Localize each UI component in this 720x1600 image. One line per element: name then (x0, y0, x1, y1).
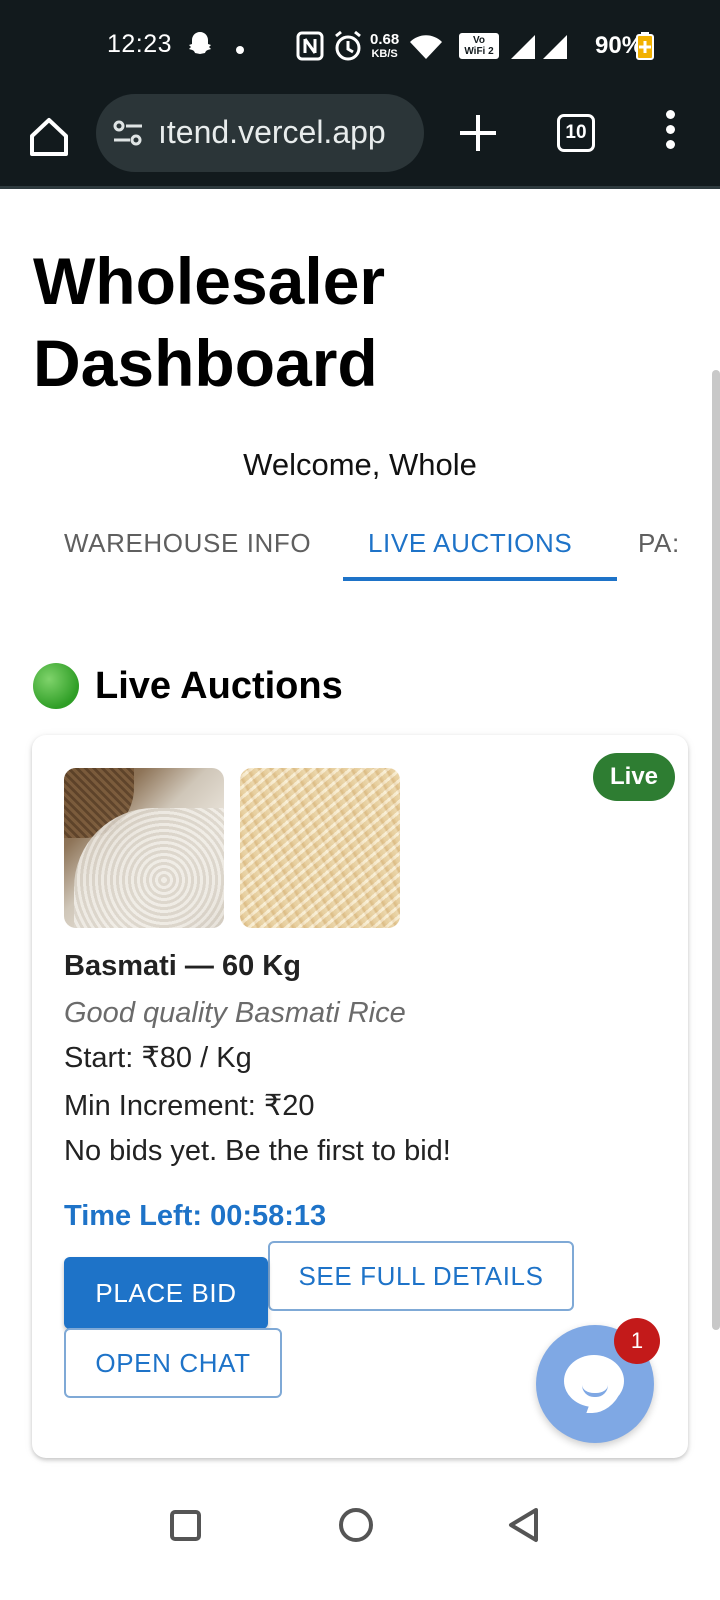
product-name: Basmati — 60 Kg (64, 950, 301, 982)
green-circle-icon (33, 663, 79, 709)
section-heading: Live Auctions (33, 663, 343, 709)
start-price: Start: ₹80 / Kg (64, 1042, 252, 1074)
chat-notification-badge: 1 (614, 1318, 660, 1364)
back-icon[interactable] (506, 1506, 542, 1549)
home-nav-icon[interactable] (339, 1508, 373, 1542)
toolbar-divider (0, 186, 720, 189)
see-full-details-button[interactable]: SEE FULL DETAILS (268, 1241, 574, 1311)
open-chat-button[interactable]: OPEN CHAT (64, 1328, 282, 1398)
active-tab-indicator (343, 577, 617, 581)
network-speed: 0.68 KB/S (370, 31, 400, 60)
system-nav-bar (0, 1482, 720, 1600)
tab-past[interactable]: PA: (638, 528, 680, 559)
dot-icon (235, 42, 245, 60)
more-vert-icon[interactable] (660, 110, 680, 156)
product-description: Good quality Basmati Rice (64, 997, 406, 1029)
recents-icon[interactable] (170, 1510, 201, 1541)
status-time: 12:23 (107, 30, 173, 58)
alarm-icon (333, 30, 363, 67)
url-text[interactable]: ıtend.vercel.app (158, 114, 413, 151)
page-title: Wholesaler Dashboard (33, 244, 386, 400)
browser-toolbar: ıtend.vercel.app 10 (0, 94, 720, 188)
wifi-icon (409, 34, 443, 65)
tab-live-auctions[interactable]: LIVE AUCTIONS (368, 528, 572, 559)
min-increment: Min Increment: ₹20 (64, 1090, 315, 1122)
nfc-icon (296, 31, 324, 66)
welcome-text: Welcome, Whole (243, 447, 477, 482)
home-icon[interactable] (26, 114, 72, 160)
tab-bar: WAREHOUSE INFO LIVE AUCTIONS PA: (0, 510, 712, 592)
plus-icon[interactable] (456, 111, 500, 155)
time-left: Time Left: 00:58:13 (64, 1200, 327, 1232)
signal-icon (541, 33, 569, 66)
address-bar[interactable]: ıtend.vercel.app (96, 94, 424, 172)
basmati-grains-image[interactable] (240, 768, 400, 928)
vowifi-icon: Vo WiFi 2 (459, 33, 499, 59)
bid-status: No bids yet. Be the first to bid! (64, 1135, 451, 1167)
status-badge: Live (593, 753, 675, 801)
snapchat-ghost-icon (185, 30, 215, 65)
tabs-icon[interactable]: 10 (557, 114, 595, 152)
section-title: Live Auctions (95, 664, 343, 707)
rice-sack-image[interactable] (64, 768, 224, 928)
site-settings-icon[interactable] (112, 118, 144, 153)
battery-icon (636, 32, 654, 65)
tab-warehouse-info[interactable]: WAREHOUSE INFO (64, 528, 311, 559)
signal-icon (509, 33, 537, 66)
place-bid-button[interactable]: PLACE BID (64, 1257, 268, 1329)
page-scrollbar[interactable] (712, 370, 720, 1330)
status-bar: 12:23 0.68 KB/S Vo WiFi 2 90% (0, 0, 720, 94)
